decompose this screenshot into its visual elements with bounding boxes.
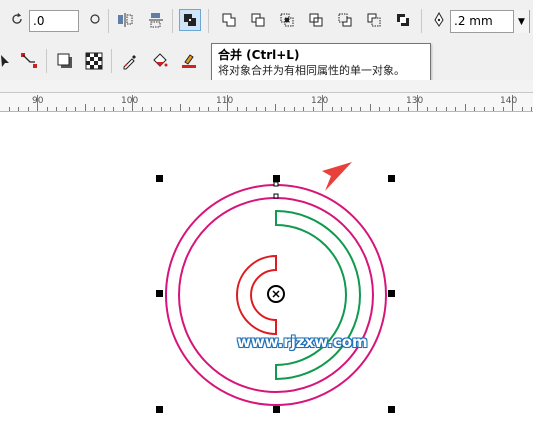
paint-bucket-icon[interactable] [149, 50, 171, 72]
selection-handle-bottom-left[interactable] [156, 406, 163, 413]
transparency-tool-icon[interactable] [83, 50, 105, 72]
red-arrow [322, 162, 352, 191]
ruler-label: 130 [406, 96, 424, 106]
rotation-center-icon[interactable] [84, 8, 106, 30]
node-marker [273, 181, 279, 187]
intersect-icon[interactable] [276, 9, 298, 31]
outline-pen-icon [428, 9, 450, 31]
interactive-fill-icon[interactable] [178, 50, 200, 72]
drawing-canvas[interactable] [0, 112, 533, 445]
red-half-ring [236, 254, 277, 336]
simplify-icon[interactable] [305, 9, 327, 31]
node-marker [273, 193, 279, 199]
ruler-label: 90 [32, 96, 44, 106]
separator [421, 9, 422, 33]
separator [108, 9, 109, 33]
ruler-label: 110 [216, 96, 234, 106]
separator [46, 49, 47, 73]
outline-width-value: .2 mm [454, 14, 493, 28]
tooltip-description: 将对象合并为有相同属性的单一对象。 [218, 64, 405, 77]
pick-tool-icon[interactable] [0, 50, 16, 72]
mirror-vertical-icon[interactable] [145, 9, 167, 31]
watermark-text: www.rjzxw.com [237, 333, 368, 351]
weld-icon[interactable] [218, 9, 240, 31]
horizontal-ruler[interactable]: 90 100 110 120 130 140 [0, 93, 533, 112]
selection-handle-left[interactable] [156, 290, 163, 297]
rotation-angle-input[interactable]: .0 [29, 10, 79, 32]
ruler-label: 100 [121, 96, 139, 106]
separator [208, 9, 209, 33]
chevron-down-icon[interactable]: ▼ [513, 10, 529, 33]
eyedropper-icon[interactable] [119, 50, 141, 72]
rotate-icon [6, 8, 28, 30]
mirror-horizontal-icon[interactable] [114, 9, 136, 31]
connector-tool-icon[interactable] [18, 50, 40, 72]
separator [111, 49, 112, 73]
selection-handle-top[interactable] [273, 175, 280, 182]
selection-handle-bottom-right[interactable] [388, 406, 395, 413]
front-minus-back-icon[interactable] [334, 9, 356, 31]
toolbar-divider [0, 80, 533, 93]
ruler-label: 120 [311, 96, 329, 106]
trim-icon[interactable] [247, 9, 269, 31]
back-minus-front-icon[interactable] [363, 9, 385, 31]
green-half-ring [275, 209, 361, 381]
center-marker-cross [272, 290, 280, 298]
selection-handle-bottom[interactable] [273, 406, 280, 413]
selection-handle-top-left[interactable] [156, 175, 163, 182]
tooltip-title: 合并 (Ctrl+L) [218, 48, 300, 62]
canvas-drawing [165, 162, 387, 406]
ruler-label: 140 [500, 96, 518, 106]
selection-handle-right[interactable] [388, 290, 395, 297]
selection-handle-top-right[interactable] [388, 175, 395, 182]
property-bar: .0 .2 mm ▼ [0, 0, 533, 42]
boundary-icon[interactable] [392, 9, 414, 31]
ruler-ticks [9, 95, 532, 111]
drop-shadow-tool-icon[interactable] [54, 50, 76, 72]
combine-tooltip: 合并 (Ctrl+L) 将对象合并为有相同属性的单一对象。 [211, 43, 431, 85]
combine-icon[interactable] [179, 9, 201, 31]
separator [172, 9, 173, 33]
